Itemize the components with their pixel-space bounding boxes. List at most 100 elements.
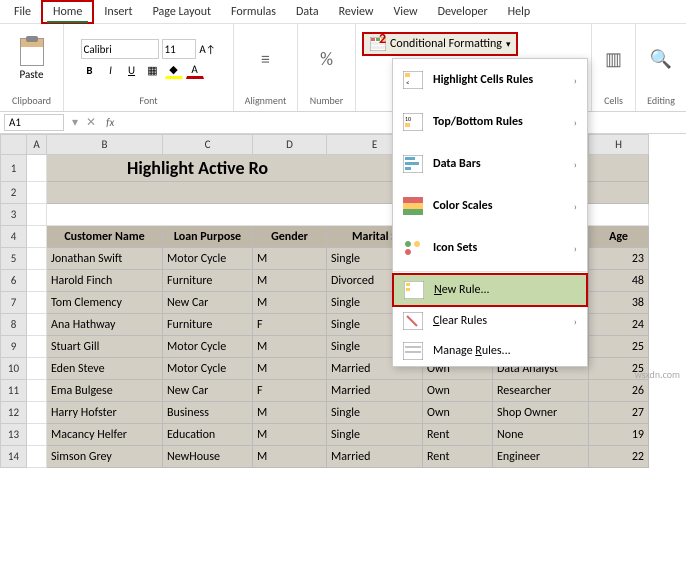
row-7[interactable]: 7: [1, 292, 27, 314]
select-all-corner[interactable]: [1, 135, 27, 155]
bold-button[interactable]: B: [81, 61, 99, 79]
font-size-select[interactable]: [162, 39, 196, 59]
row-11[interactable]: 11: [1, 380, 27, 402]
row-3[interactable]: 3: [1, 204, 27, 226]
cell[interactable]: M: [253, 446, 327, 468]
cell[interactable]: Ema Bulgese: [47, 380, 163, 402]
cell[interactable]: Furniture: [163, 270, 253, 292]
editing-icon[interactable]: 🔍: [647, 45, 675, 73]
increase-font-button[interactable]: A↑: [199, 40, 217, 58]
dd-new-rule[interactable]: New Rule...: [392, 273, 588, 307]
hdr-gender[interactable]: Gender: [253, 226, 327, 248]
menu-data[interactable]: Data: [286, 2, 329, 22]
col-D[interactable]: D: [253, 135, 327, 155]
cell[interactable]: Harold Finch: [47, 270, 163, 292]
cell[interactable]: None: [493, 424, 589, 446]
cell[interactable]: 38: [589, 292, 649, 314]
fx-icon[interactable]: fx: [100, 116, 120, 129]
percent-icon[interactable]: %: [313, 45, 341, 73]
cell[interactable]: Single: [327, 402, 423, 424]
cell[interactable]: Jonathan Swift: [47, 248, 163, 270]
dd-highlight-cells[interactable]: < Highlight Cells Rules ›: [393, 59, 587, 101]
row-5[interactable]: 5: [1, 248, 27, 270]
cells-icon[interactable]: ▥: [600, 45, 628, 73]
dd-databars[interactable]: Data Bars ›: [393, 143, 587, 185]
cell[interactable]: Married: [327, 446, 423, 468]
cell[interactable]: Own: [423, 380, 493, 402]
dd-colorscales[interactable]: Color Scales ›: [393, 185, 587, 227]
col-A[interactable]: A: [27, 135, 47, 155]
cell[interactable]: Tom Clemency: [47, 292, 163, 314]
dd-topbottom[interactable]: 10 Top/Bottom Rules ›: [393, 101, 587, 143]
menu-file[interactable]: File: [4, 2, 41, 22]
cell[interactable]: M: [253, 424, 327, 446]
cell[interactable]: Motor Cycle: [163, 336, 253, 358]
font-color-button[interactable]: A: [186, 61, 204, 79]
cell[interactable]: F: [253, 380, 327, 402]
cell[interactable]: 25: [589, 336, 649, 358]
menu-view[interactable]: View: [384, 2, 428, 22]
cell[interactable]: M: [253, 270, 327, 292]
cell[interactable]: 24: [589, 314, 649, 336]
col-B[interactable]: B: [47, 135, 163, 155]
menu-review[interactable]: Review: [329, 2, 384, 22]
cell[interactable]: Macancy Helfer: [47, 424, 163, 446]
underline-button[interactable]: U: [123, 61, 141, 79]
cell[interactable]: M: [253, 402, 327, 424]
dd-manage-rules[interactable]: Manage Rules...: [393, 336, 587, 366]
row-2[interactable]: 2: [1, 182, 27, 204]
col-C[interactable]: C: [163, 135, 253, 155]
row-1[interactable]: 1: [1, 155, 27, 182]
cell[interactable]: F: [253, 314, 327, 336]
hdr-name[interactable]: Customer Name: [47, 226, 163, 248]
cell[interactable]: Motor Cycle: [163, 358, 253, 380]
row-8[interactable]: 8: [1, 314, 27, 336]
cell[interactable]: Simson Grey: [47, 446, 163, 468]
italic-button[interactable]: I: [102, 61, 120, 79]
row-4[interactable]: 4: [1, 226, 27, 248]
dd-iconsets[interactable]: Icon Sets ›: [393, 227, 587, 269]
cell[interactable]: New Car: [163, 292, 253, 314]
cell[interactable]: Rent: [423, 424, 493, 446]
cell[interactable]: Single: [327, 424, 423, 446]
alignment-icon[interactable]: ≡: [252, 45, 280, 73]
name-box[interactable]: [4, 114, 64, 131]
cell[interactable]: 23: [589, 248, 649, 270]
cell[interactable]: M: [253, 336, 327, 358]
row-13[interactable]: 13: [1, 424, 27, 446]
row-6[interactable]: 6: [1, 270, 27, 292]
cell[interactable]: Furniture: [163, 314, 253, 336]
fill-color-button[interactable]: ◆: [165, 61, 183, 79]
menu-page-layout[interactable]: Page Layout: [143, 2, 221, 22]
menu-formulas[interactable]: Formulas: [221, 2, 286, 22]
fx-dropdown-icon[interactable]: ▾: [68, 115, 82, 130]
cell[interactable]: M: [253, 248, 327, 270]
fx-cancel-icon[interactable]: ✕: [82, 115, 100, 130]
paste-button[interactable]: Paste: [20, 38, 44, 81]
menu-insert[interactable]: Insert: [94, 2, 142, 22]
cell[interactable]: Engineer: [493, 446, 589, 468]
hdr-age[interactable]: Age: [589, 226, 649, 248]
hdr-purpose[interactable]: Loan Purpose: [163, 226, 253, 248]
dd-clear-rules[interactable]: Clear Rules ›: [393, 306, 587, 336]
cell[interactable]: New Car: [163, 380, 253, 402]
row-14[interactable]: 14: [1, 446, 27, 468]
menu-help[interactable]: Help: [498, 2, 541, 22]
cell[interactable]: Rent: [423, 446, 493, 468]
cell[interactable]: M: [253, 358, 327, 380]
cell[interactable]: Business: [163, 402, 253, 424]
row-9[interactable]: 9: [1, 336, 27, 358]
menu-developer[interactable]: Developer: [428, 2, 498, 22]
menu-home[interactable]: Home: [41, 0, 94, 24]
font-name-select[interactable]: [81, 39, 159, 59]
cell[interactable]: 19: [589, 424, 649, 446]
cell[interactable]: Education: [163, 424, 253, 446]
cell[interactable]: 48: [589, 270, 649, 292]
cell[interactable]: Eden Steve: [47, 358, 163, 380]
cell[interactable]: 22: [589, 446, 649, 468]
row-12[interactable]: 12: [1, 402, 27, 424]
cell[interactable]: Own: [423, 402, 493, 424]
col-H[interactable]: H: [589, 135, 649, 155]
cell[interactable]: M: [253, 292, 327, 314]
cell[interactable]: Harry Hofster: [47, 402, 163, 424]
